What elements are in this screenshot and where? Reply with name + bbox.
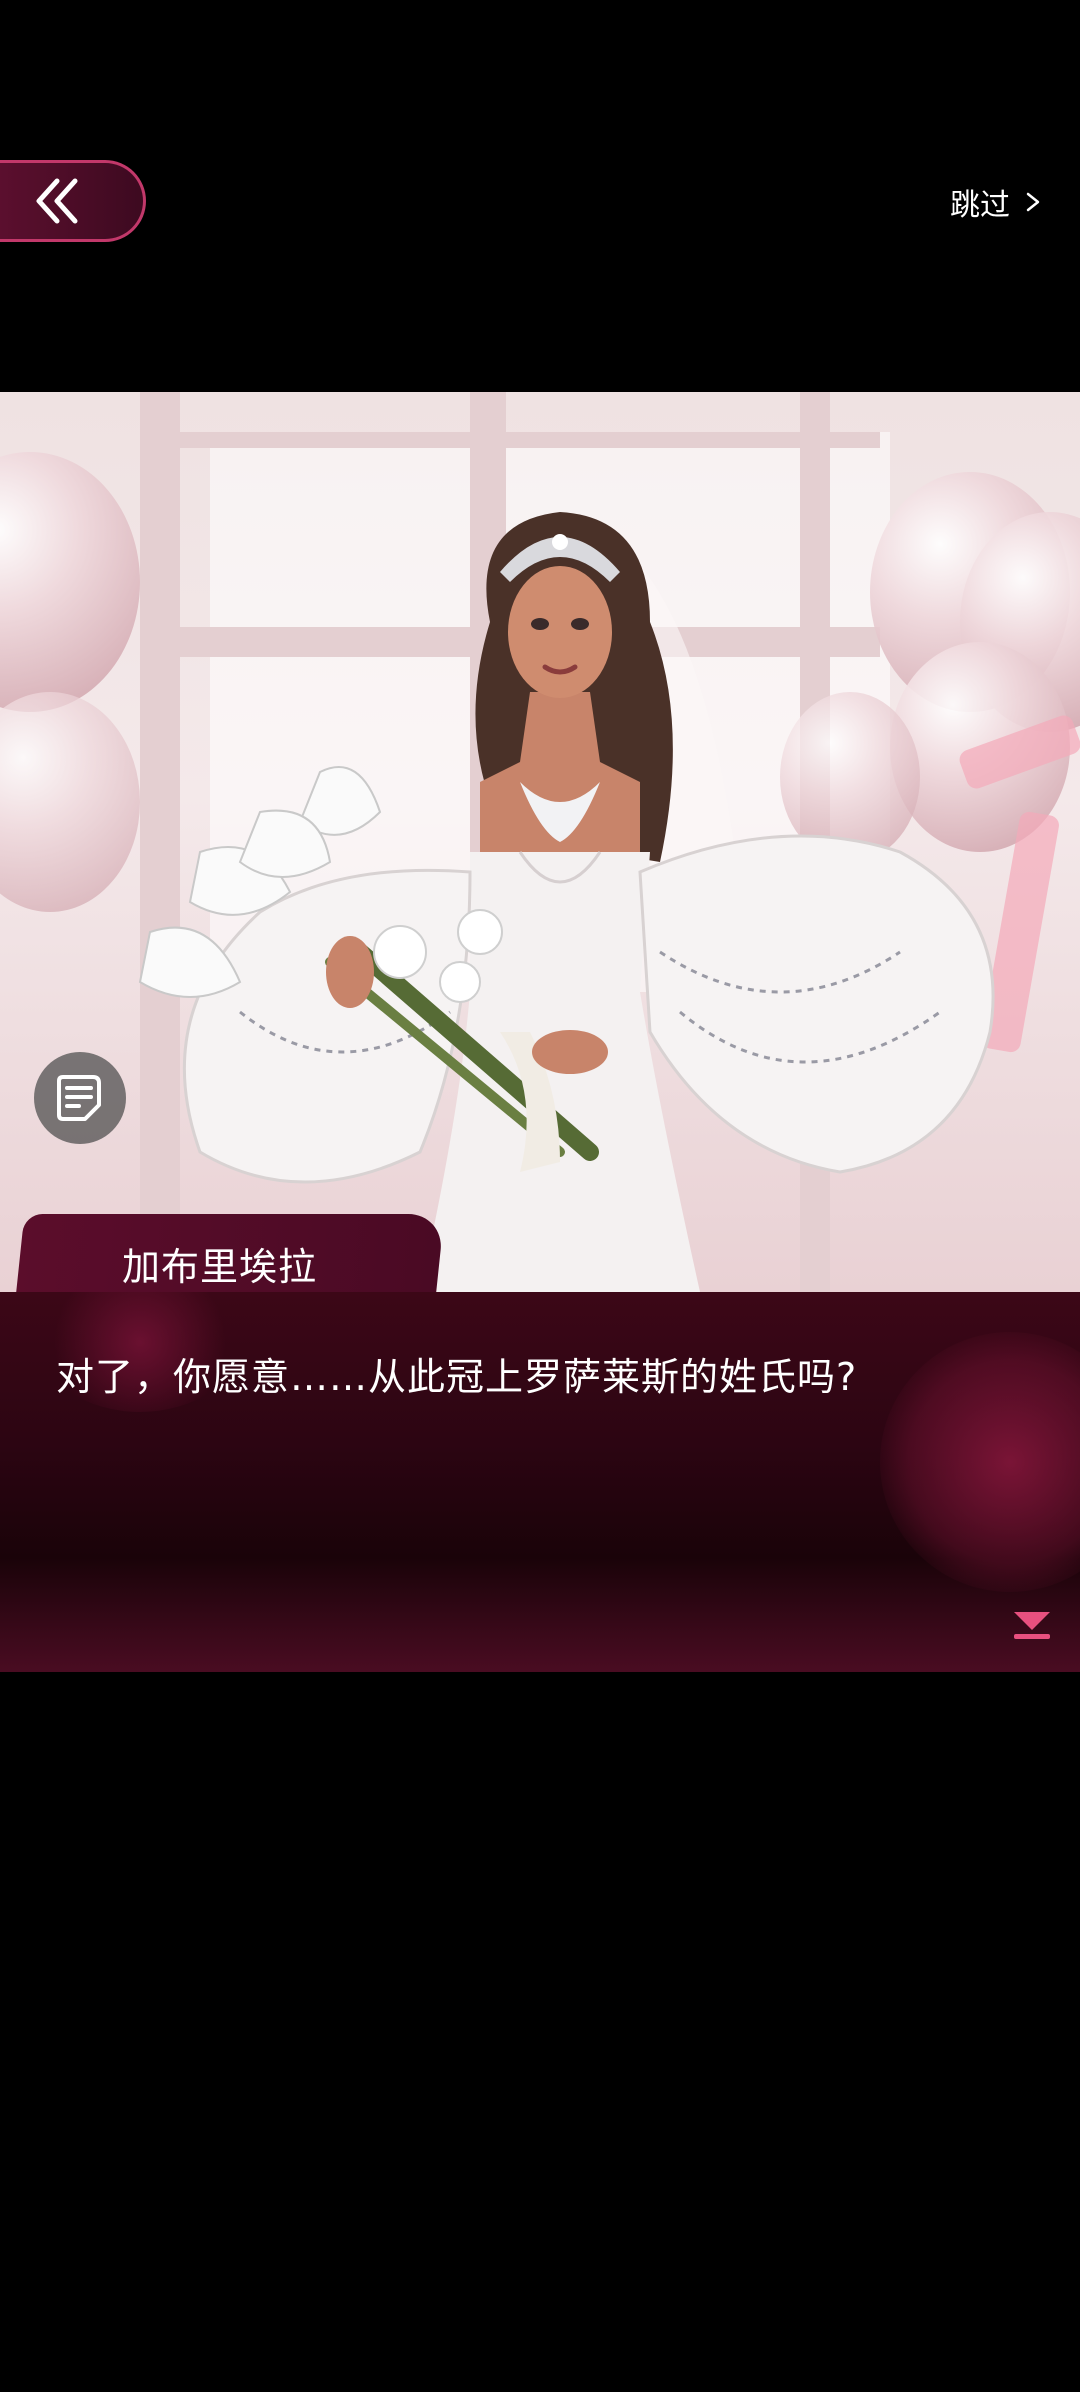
back-button[interactable] xyxy=(0,160,146,242)
heart-decoration xyxy=(880,1332,1080,1592)
skip-button[interactable]: 跳过 xyxy=(950,178,1044,226)
skip-label: 跳过 xyxy=(950,188,1010,223)
double-chevron-left-icon xyxy=(36,178,77,224)
speaker-name: 加布里埃拉 xyxy=(122,1245,318,1289)
dialogue-text: 对了，你愿意……从此冠上罗萨莱斯的姓氏吗? xyxy=(56,1355,858,1399)
log-document-icon xyxy=(57,1075,101,1121)
history-log-button[interactable] xyxy=(34,1052,126,1144)
chevron-right-icon xyxy=(1026,192,1040,212)
story-scene-illustration xyxy=(0,392,1080,1292)
arrow-down-next-icon[interactable] xyxy=(1010,1608,1054,1642)
bride-character xyxy=(138,512,995,1292)
